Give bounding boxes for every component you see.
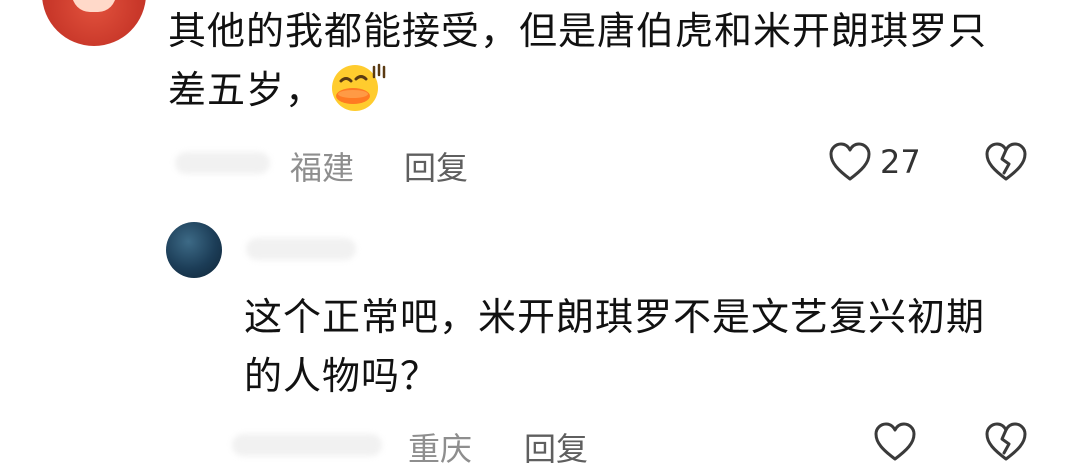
comment-text: 其他的我都能接受，但是唐伯虎和米开朗琪罗只 差五岁， <box>168 2 1048 120</box>
broken-heart-icon[interactable] <box>984 421 1028 463</box>
user-avatar[interactable] <box>42 0 146 46</box>
laughing-duck-emoji-icon <box>332 63 386 111</box>
username-obscured <box>246 238 356 260</box>
avatar-face <box>72 0 116 12</box>
comment-location: 重庆 <box>408 430 473 468</box>
user-avatar[interactable] <box>166 222 222 278</box>
comment-text-line: 差五岁， <box>168 61 1048 120</box>
comment-text-line: 的人物吗？ <box>244 354 440 398</box>
heart-outline-icon[interactable] <box>828 141 872 183</box>
timestamp-obscured <box>232 434 382 456</box>
comment-location: 福建 <box>290 149 355 187</box>
reply-button[interactable]: 回复 <box>404 143 468 189</box>
like-count: 27 <box>880 143 921 181</box>
comment-text: 这个正常吧，米开朗琪罗不是文艺复兴初期 的人物吗？ <box>244 288 1044 406</box>
comment-text-line: 这个正常吧，米开朗琪罗不是文艺复兴初期 <box>244 295 986 339</box>
broken-heart-icon[interactable] <box>984 141 1028 183</box>
heart-outline-icon[interactable] <box>873 421 917 463</box>
timestamp-obscured <box>175 152 270 174</box>
comment-text-line: 其他的我都能接受，但是唐伯虎和米开朗琪罗只 <box>168 9 988 53</box>
reply-button[interactable]: 回复 <box>524 424 588 470</box>
